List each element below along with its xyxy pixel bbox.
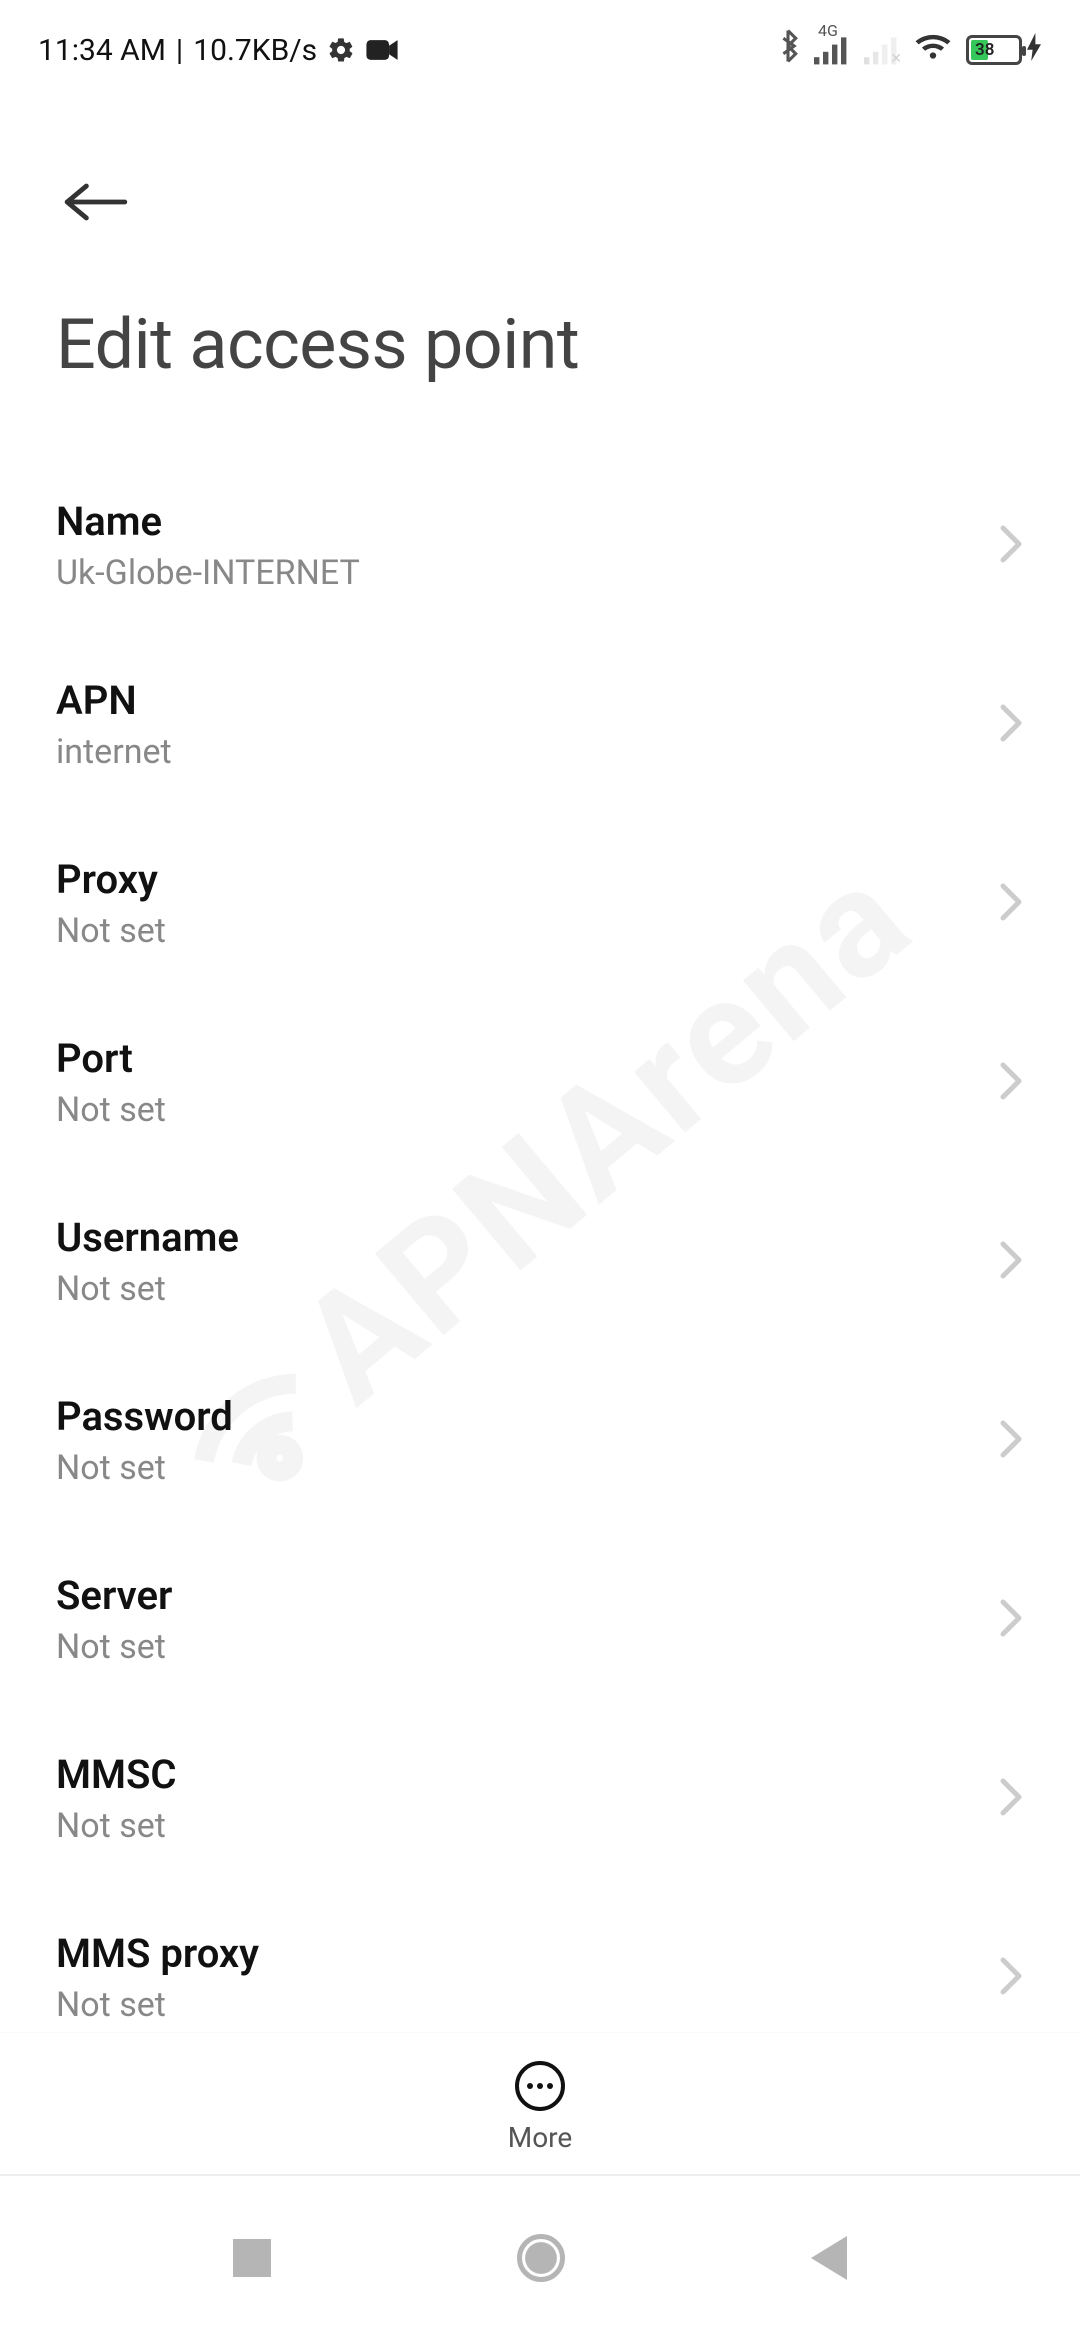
signal-sim2-icon: ✕ (864, 35, 900, 65)
setting-value: Not set (56, 1090, 166, 1130)
setting-label: MMSC (56, 1751, 177, 1798)
signal-sim1-icon: 4G (814, 35, 850, 65)
chevron-right-icon (998, 1598, 1024, 1642)
net-type: 4G (818, 21, 838, 40)
chevron-right-icon (998, 1240, 1024, 1284)
setting-label: MMS proxy (56, 1930, 259, 1977)
nav-recent-button[interactable] (233, 2239, 271, 2277)
more-icon (515, 2061, 565, 2111)
setting-username[interactable]: Username Not set (56, 1172, 1024, 1351)
settings-list: Name Uk-Globe-INTERNET APN internet Prox… (0, 396, 1080, 2067)
chevron-right-icon (998, 882, 1024, 926)
setting-value: Not set (56, 1269, 239, 1309)
setting-value: Not set (56, 1627, 172, 1667)
chevron-right-icon (998, 1061, 1024, 1105)
setting-server[interactable]: Server Not set (56, 1530, 1024, 1709)
setting-value: Uk-Globe-INTERNET (56, 553, 360, 593)
setting-value: Not set (56, 1985, 259, 2025)
setting-label: Password (56, 1393, 233, 1440)
setting-value: Not set (56, 1806, 177, 1846)
setting-label: Username (56, 1214, 239, 1261)
setting-label: Port (56, 1035, 166, 1082)
system-nav-bar (0, 2174, 1080, 2340)
more-button[interactable]: More (508, 2061, 573, 2154)
chevron-right-icon (998, 703, 1024, 747)
setting-apn[interactable]: APN internet (56, 635, 1024, 814)
chevron-right-icon (998, 1419, 1024, 1463)
setting-port[interactable]: Port Not set (56, 993, 1024, 1172)
bottom-action-bar: More (0, 2032, 1080, 2174)
setting-label: Server (56, 1572, 172, 1619)
setting-label: APN (56, 677, 172, 724)
setting-label: Name (56, 498, 360, 545)
setting-name[interactable]: Name Uk-Globe-INTERNET (56, 456, 1024, 635)
status-right: 4G ✕ 38 (776, 29, 1042, 71)
camera-icon (365, 37, 399, 63)
battery-indicator: 38 (966, 33, 1042, 67)
setting-password[interactable]: Password Not set (56, 1351, 1024, 1530)
chevron-right-icon (998, 1777, 1024, 1821)
battery-pct: 38 (975, 40, 994, 60)
nav-back-button[interactable] (811, 2236, 847, 2280)
gear-icon (327, 36, 355, 64)
status-left: 11:34 AM | 10.7KB/s (38, 33, 399, 68)
charging-icon (1026, 33, 1042, 67)
nav-home-button[interactable] (517, 2234, 565, 2282)
wifi-icon (914, 31, 952, 69)
bluetooth-icon (776, 29, 800, 71)
setting-value: Not set (56, 911, 166, 951)
setting-value: Not set (56, 1448, 233, 1488)
chevron-right-icon (998, 1956, 1024, 2000)
setting-mmsc[interactable]: MMSC Not set (56, 1709, 1024, 1888)
back-button[interactable] (56, 170, 136, 234)
status-time: 11:34 AM (38, 33, 166, 68)
status-net-speed: 10.7KB/s (193, 33, 317, 68)
header: Edit access point (0, 90, 1080, 396)
setting-label: Proxy (56, 856, 166, 903)
status-bar: 11:34 AM | 10.7KB/s 4G ✕ 38 (0, 0, 1080, 90)
chevron-right-icon (998, 524, 1024, 568)
setting-value: internet (56, 732, 172, 772)
more-label: More (508, 2121, 573, 2154)
setting-proxy[interactable]: Proxy Not set (56, 814, 1024, 993)
page-title: Edit access point (56, 304, 1024, 386)
status-divider: | (176, 33, 183, 68)
